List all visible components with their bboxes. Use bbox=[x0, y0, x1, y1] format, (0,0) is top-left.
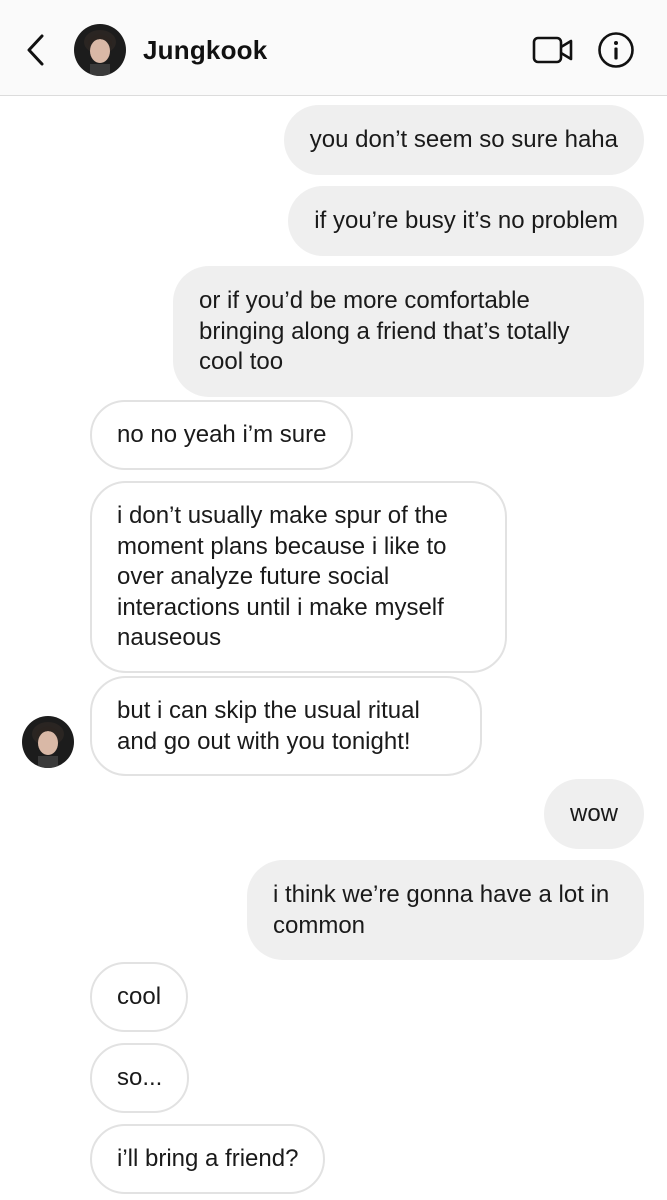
message-bubble-sent: i think we’re gonna have a lot in common bbox=[247, 860, 644, 960]
chevron-left-icon bbox=[27, 34, 44, 66]
message-bubble-received: so... bbox=[90, 1043, 190, 1113]
message-bubble-received: no no yeah i’m sure bbox=[90, 400, 354, 470]
message-bubble-received: but i can skip the usual ritual and go o… bbox=[90, 676, 482, 776]
video-call-button[interactable] bbox=[530, 30, 576, 70]
message-bubble-received: i don’t usually make spur of the moment … bbox=[90, 481, 507, 673]
message-bubble-sent: you don’t seem so sure haha bbox=[283, 105, 644, 175]
message-thread[interactable]: you don’t seem so sure haha if you’re bu… bbox=[0, 96, 667, 1200]
contact-name[interactable]: Jungkook bbox=[143, 34, 267, 66]
chat-header: Jungkook bbox=[0, 0, 667, 96]
message-bubble-sent: if you’re busy it’s no problem bbox=[288, 186, 644, 256]
avatar[interactable] bbox=[74, 24, 126, 76]
info-icon bbox=[598, 32, 634, 68]
info-button[interactable] bbox=[594, 30, 638, 70]
video-camera-icon bbox=[532, 36, 573, 64]
message-bubble-received: cool bbox=[90, 962, 189, 1032]
sender-avatar[interactable] bbox=[22, 716, 74, 768]
message-bubble-received: i’ll bring a friend? bbox=[90, 1124, 326, 1194]
message-bubble-sent: wow bbox=[543, 779, 644, 849]
message-bubble-sent: or if you’d be more comfortable bringing… bbox=[173, 266, 644, 397]
back-button[interactable] bbox=[18, 28, 54, 72]
